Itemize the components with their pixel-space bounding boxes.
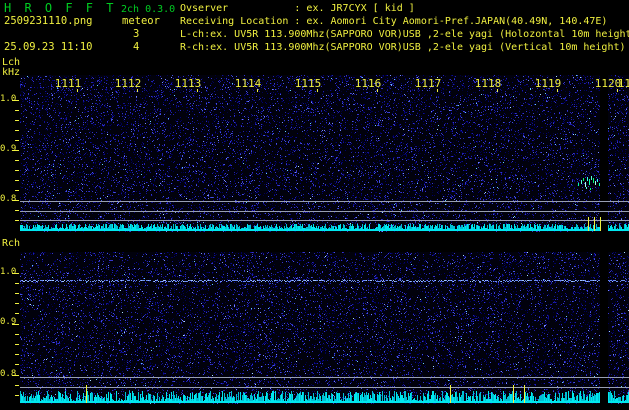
time-label: 1116 (354, 77, 382, 90)
time-label: 1113 (174, 77, 202, 90)
time-label: 1119 (534, 77, 562, 90)
datetime-label: 25.09.23 11:10 (4, 41, 93, 53)
filename-label: 2509231110.png (4, 15, 93, 27)
freq-label: 0.8 (0, 369, 17, 379)
lch-meteor-count: 3 (133, 28, 140, 40)
time-label: 1114 (234, 77, 262, 90)
location-line: Receiving Location : ex. Aomori City Aom… (180, 16, 608, 27)
time-label: 1117 (414, 77, 442, 90)
freq-label: 0.9 (0, 317, 17, 327)
freq-label: 0.9 (0, 144, 17, 154)
lch-config-line: L-ch:ex. UV5R 113.900Mhz(SAPPORO VOR)USB… (180, 29, 629, 40)
time-label: 1121 (617, 77, 629, 90)
rch-meteor-count: 4 (133, 41, 140, 53)
version-label: 2ch 0.3.0 (121, 4, 176, 15)
app-title: H R O F F T (4, 1, 117, 15)
time-label: 1112 (114, 77, 142, 90)
lch-unit-label: kHz (2, 67, 21, 78)
hrofft-window: H R O F F T 2ch 0.3.0 2509231110.png met… (0, 0, 629, 410)
rch-config-line: R-ch:ex. UV5R 113.900Mhz(SAPPORO VOR)USB… (180, 42, 626, 53)
spectrogram-canvas (0, 0, 629, 410)
time-label: 1118 (474, 77, 502, 90)
observer-line: Ovserver : ex. JR7CYX [ kid ] (180, 3, 415, 14)
freq-label: 1.0 (0, 94, 17, 104)
freq-label: 1.0 (0, 267, 17, 277)
time-label: 1115 (294, 77, 322, 90)
rch-label: Rch (2, 238, 21, 249)
mode-label: meteor (122, 15, 160, 27)
freq-label: 0.8 (0, 194, 17, 204)
time-label: 1111 (54, 77, 82, 90)
